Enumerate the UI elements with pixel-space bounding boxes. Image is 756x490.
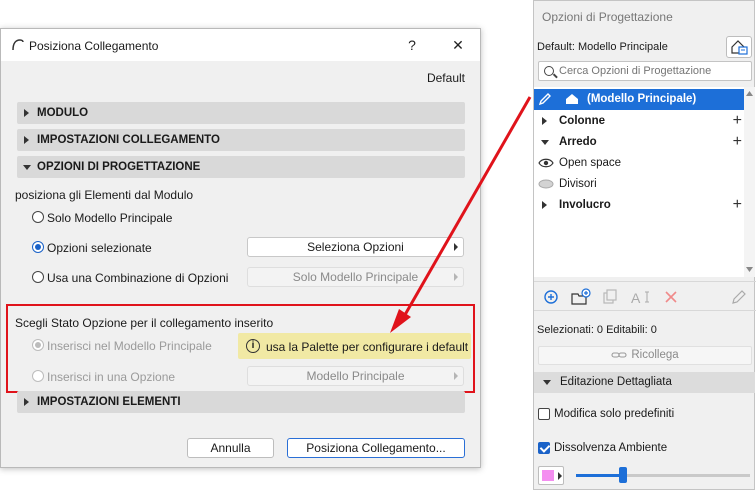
palette-title: Opzioni di Progettazione — [542, 10, 673, 24]
help-button[interactable]: ? — [401, 35, 423, 55]
list-item-label: (Modello Principale) — [587, 93, 697, 105]
combinazione-value: Solo Modello Principale — [292, 270, 419, 284]
posiziona-collegamento-button[interactable]: Posiziona Collegamento... — [287, 438, 465, 458]
close-button[interactable]: ✕ — [447, 35, 469, 55]
expand-triangle-icon — [24, 398, 29, 406]
list-item-divisori[interactable]: Divisori — [534, 174, 744, 195]
fade-slider-thumb[interactable] — [618, 467, 627, 483]
dialog-titlebar: Posiziona Collegamento ? ✕ — [1, 29, 480, 61]
edit-pencil-icon — [732, 290, 746, 304]
fade-color-picker[interactable] — [538, 466, 564, 485]
expand-triangle-icon — [542, 117, 547, 125]
layout-settings-icon — [731, 40, 748, 55]
palette-options-list: (Modello Principale) Colonne + Arredo + … — [534, 87, 744, 277]
section-editazione-dettagliata[interactable]: Editazione Dettagliata — [534, 372, 755, 393]
ricollega-label: Ricollega — [631, 349, 679, 361]
collapse-triangle-icon — [543, 380, 551, 385]
highlight-red-box — [6, 304, 475, 393]
section-impostazioni-collegamento[interactable]: IMPOSTAZIONI COLLEGAMENTO — [17, 129, 465, 151]
scroll-down-icon[interactable] — [746, 267, 753, 272]
fade-slider-fill — [576, 474, 623, 477]
annulla-button[interactable]: Annulla — [187, 438, 274, 458]
collapse-triangle-icon — [23, 165, 31, 170]
list-item-open-space[interactable]: Open space — [534, 153, 744, 174]
caret-right-icon — [558, 472, 562, 480]
palette-search-input[interactable] — [559, 64, 749, 78]
radio-opzioni-selezionate-label: Opzioni selezionate — [47, 241, 152, 255]
expand-triangle-icon — [24, 109, 29, 117]
list-item-label: Open space — [559, 157, 622, 169]
caret-right-icon — [454, 243, 458, 251]
modifica-predefiniti-checkbox[interactable] — [538, 408, 550, 420]
house-icon — [566, 94, 578, 104]
ricollega-button: Ricollega — [538, 346, 752, 365]
dialog-title: Posiziona Collegamento — [29, 39, 159, 53]
link-icon — [611, 352, 627, 358]
section-label: IMPOSTAZIONI ELEMENTI — [37, 396, 181, 408]
palette-toolbar: A — [534, 281, 756, 311]
section-label: IMPOSTAZIONI COLLEGAMENTO — [37, 134, 220, 146]
dissolvenza-ambiente-label: Dissolvenza Ambiente — [554, 442, 668, 454]
expand-triangle-icon — [542, 201, 547, 209]
section-label: OPZIONI DI PROGETTAZIONE — [37, 161, 201, 173]
svg-text:A: A — [631, 290, 641, 306]
list-item-colonne[interactable]: Colonne + — [534, 111, 744, 132]
list-item-label: Colonne — [559, 115, 605, 127]
delete-icon — [665, 291, 677, 303]
radio-solo-modello-principale[interactable] — [32, 211, 44, 223]
section-modulo[interactable]: MODULO — [17, 102, 465, 124]
selection-status: Selezionati: 0 Editabili: 0 — [537, 324, 657, 336]
posiziona-collegamento-dialog: Posiziona Collegamento ? ✕ Default MODUL… — [0, 28, 481, 468]
pencil-icon — [538, 93, 551, 106]
archicad-app-icon — [12, 39, 24, 51]
eye-icon — [538, 158, 554, 168]
section-opzioni-progettazione[interactable]: OPZIONI DI PROGETTAZIONE — [17, 156, 465, 178]
duplicate-icon — [603, 289, 617, 304]
expand-triangle-icon — [24, 136, 29, 144]
radio-combinazione-opzioni-label: Usa una Combinazione di Opzioni — [47, 271, 229, 285]
list-item-arredo[interactable]: Arredo + — [534, 132, 744, 153]
palette-search-field[interactable] — [538, 61, 752, 81]
new-option-set-icon[interactable] — [570, 288, 592, 306]
hidden-eye-icon — [538, 179, 554, 189]
search-icon — [544, 66, 554, 76]
section-label: MODULO — [37, 107, 89, 119]
palette-default-label: Default: Modello Principale — [537, 41, 668, 53]
opzioni-progettazione-palette: Opzioni di Progettazione Default: Modell… — [533, 0, 756, 490]
rename-icon: A — [631, 290, 649, 306]
list-item-label: Arredo — [559, 136, 597, 148]
radio-opzioni-selezionate[interactable] — [32, 241, 44, 253]
color-swatch — [542, 470, 554, 481]
fade-slider-track[interactable] — [576, 474, 750, 477]
new-option-icon[interactable] — [542, 288, 560, 306]
caret-right-icon — [454, 273, 458, 281]
dissolvenza-ambiente-checkbox[interactable] — [538, 442, 550, 454]
default-label: Default — [426, 71, 465, 85]
scroll-up-icon[interactable] — [746, 91, 753, 96]
palette-list-scrollbar[interactable] — [744, 87, 755, 277]
list-item-label: Divisori — [559, 178, 597, 190]
seleziona-opzioni-label: Seleziona Opzioni — [307, 240, 404, 254]
modifica-predefiniti-label: Modifica solo predefiniti — [554, 408, 675, 420]
add-option-icon[interactable]: + — [733, 133, 742, 151]
section-label: Editazione Dettagliata — [560, 376, 672, 388]
list-item-label: Involucro — [559, 199, 611, 211]
collapse-triangle-icon — [541, 140, 549, 145]
list-item-modello-principale[interactable]: (Modello Principale) — [534, 89, 744, 110]
radio-combinazione-opzioni[interactable] — [32, 271, 44, 283]
radio-solo-modello-principale-label: Solo Modello Principale — [47, 211, 173, 225]
section-impostazioni-elementi[interactable]: IMPOSTAZIONI ELEMENTI — [17, 391, 465, 413]
place-elements-label: posiziona gli Elementi dal Modulo — [15, 188, 194, 202]
seleziona-opzioni-button[interactable]: Seleziona Opzioni — [247, 237, 464, 257]
add-option-icon[interactable]: + — [733, 196, 742, 214]
list-item-involucro[interactable]: Involucro + — [534, 195, 744, 216]
add-option-icon[interactable]: + — [733, 112, 742, 130]
palette-settings-button[interactable] — [726, 36, 752, 58]
combinazione-popup: Solo Modello Principale — [247, 267, 464, 287]
